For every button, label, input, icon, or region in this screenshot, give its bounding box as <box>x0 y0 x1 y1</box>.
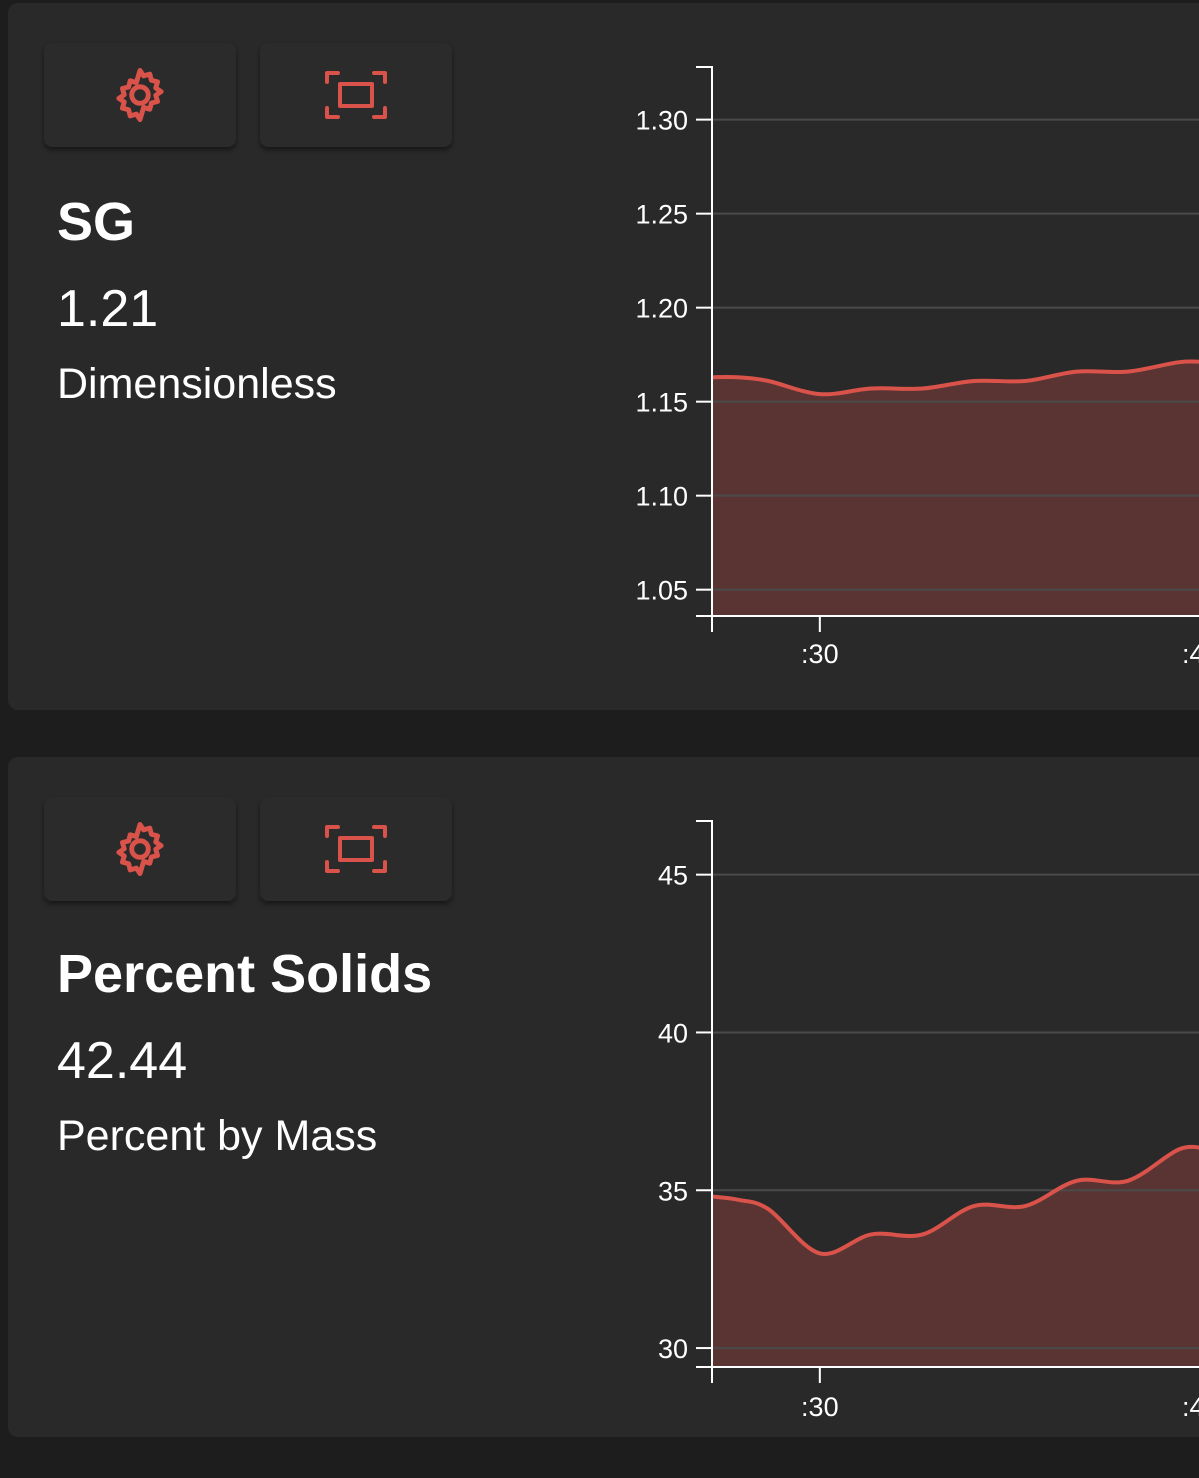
x-tick-label: :30 <box>801 639 839 669</box>
y-tick-label: 1.05 <box>635 576 688 606</box>
y-tick-label: 1.25 <box>635 200 688 230</box>
x-tick-label: :4 <box>1182 1392 1199 1422</box>
y-tick-label: 1.30 <box>635 106 688 136</box>
y-tick-label: 35 <box>658 1176 688 1206</box>
y-tick-label: 1.15 <box>635 388 688 418</box>
sg-trend-chart: 1.30 1.25 1.20 1.15 1.10 1.05 :30 :4 <box>635 66 1199 669</box>
y-axis <box>696 820 713 1383</box>
y-tick-label: 1.10 <box>635 482 688 512</box>
y-tick-label: 40 <box>658 1018 688 1048</box>
x-tick-label: :4 <box>1182 639 1199 669</box>
y-tick-label: 45 <box>658 861 688 891</box>
y-axis <box>696 66 713 632</box>
sg-card: SG 1.21 Dimensionless 1.30 1.25 1.20 1.15 1.… <box>8 3 1199 710</box>
series-area <box>712 361 1199 616</box>
percent-solids-card: Percent Solids 42.44 Percent by Mass 45 4… <box>8 757 1199 1437</box>
percent-solids-trend-chart: 45 40 35 30 :30 :4 <box>658 820 1199 1422</box>
x-tick-label: :30 <box>801 1392 839 1422</box>
y-tick-label: 30 <box>658 1334 688 1364</box>
y-tick-label: 1.20 <box>635 294 688 324</box>
